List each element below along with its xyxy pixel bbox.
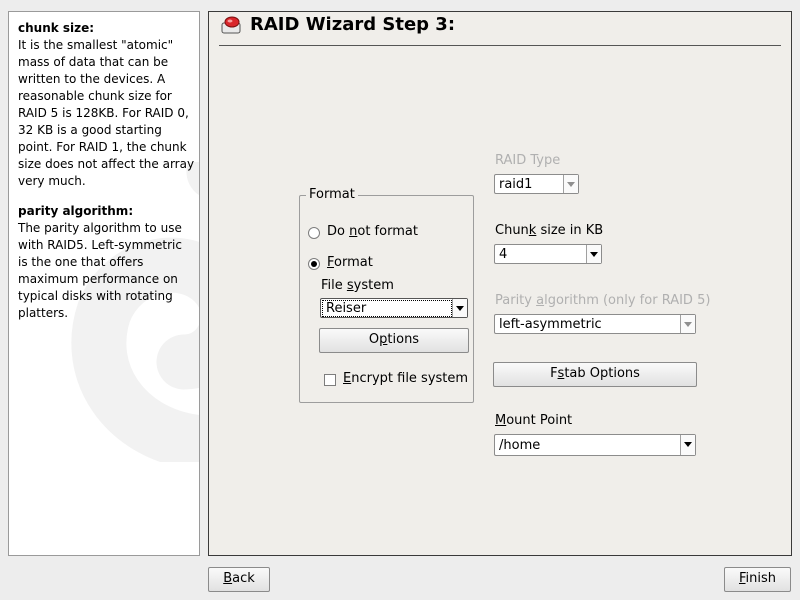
fstab-options-button[interactable]: Fstab Options [493,362,697,387]
mount-point-label: Mount Point [495,413,573,428]
do-not-format-radio[interactable] [308,227,320,239]
help-chunk-size: chunk size: It is the smallest "atomic" … [9,20,199,190]
help-panel: chunk size: It is the smallest "atomic" … [8,11,200,556]
mount-point-value: /home [499,438,541,453]
do-not-format-label[interactable]: Do not format [327,224,418,239]
raid-type-label: RAID Type [495,153,561,168]
encrypt-checkbox[interactable] [324,374,336,386]
chevron-down-icon[interactable] [586,245,601,263]
finish-button[interactable]: Finish [724,567,791,592]
chevron-down-icon[interactable] [680,435,695,455]
title-divider [219,45,781,46]
parity-algorithm-select: left-asymmetric [494,314,696,334]
disk-icon [221,16,241,34]
help-parity-title: parity algorithm: [18,204,134,218]
chevron-down-icon [563,175,578,193]
chevron-down-icon[interactable] [452,299,467,317]
raid-type-value: raid1 [499,177,533,192]
help-parity-text: The parity algorithm to use with RAID5. … [18,221,182,320]
chevron-down-icon [680,315,695,333]
file-system-select[interactable]: Reiser [320,298,468,318]
file-system-label: File system [321,278,394,293]
parity-algorithm-value: left-asymmetric [499,317,602,332]
mount-point-input[interactable]: /home [494,434,696,456]
help-chunk-size-text: It is the smallest "atomic" mass of data… [18,38,195,188]
format-group-legend: Format [306,187,358,202]
chunk-size-label: Chunk size in KB [495,223,604,238]
page-title: RAID Wizard Step 3: [250,14,456,35]
format-label[interactable]: Format [327,255,373,270]
parity-algorithm-label: Parity algorithm (only for RAID 5) [495,293,711,308]
main-panel [208,11,792,556]
help-parity-algorithm: parity algorithm: The parity algorithm t… [9,203,199,322]
back-button[interactable]: Back [208,567,270,592]
chunk-size-select[interactable]: 4 [494,244,602,264]
raid-type-select: raid1 [494,174,579,194]
chunk-size-value: 4 [499,247,508,262]
encrypt-label[interactable]: Encrypt file system [343,371,468,386]
format-radio[interactable] [308,258,320,270]
options-button[interactable]: Options [319,328,469,353]
file-system-value: Reiser [322,300,452,317]
help-chunk-size-title: chunk size: [18,21,95,35]
